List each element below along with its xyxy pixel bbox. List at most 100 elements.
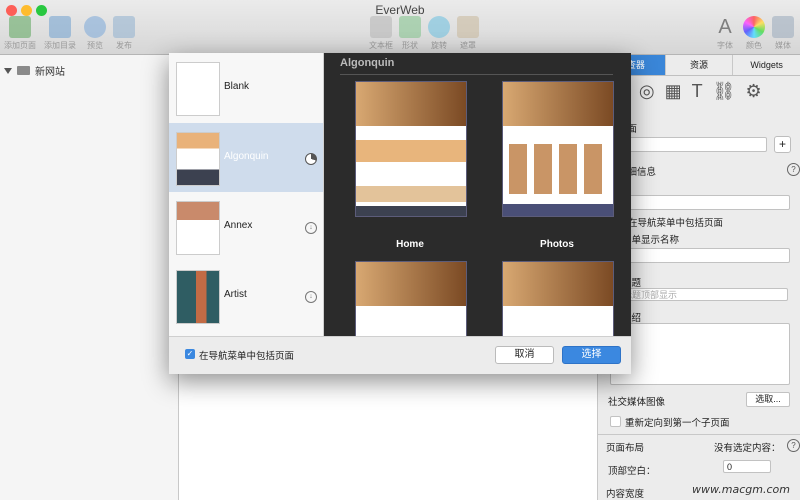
link-icon[interactable]: ⛓ [713, 81, 736, 102]
preview-photo-grid [509, 144, 607, 194]
color-label: 颜色 [746, 41, 762, 50]
rotate-icon [428, 16, 450, 38]
include-nav-label: 在导航菜单中包括页面 [199, 351, 295, 362]
download-icon[interactable]: ↓ [305, 222, 317, 234]
nav-display-name-field[interactable] [610, 248, 790, 263]
site-sidebar: 新网站 [0, 55, 179, 500]
text-icon[interactable]: T [692, 81, 703, 102]
preview-hero-image [503, 82, 613, 126]
no-selection-label: 没有选定内容： [714, 443, 781, 454]
redirect-checkbox[interactable] [610, 416, 621, 427]
preview-band [356, 186, 466, 202]
window-title: EverWeb [375, 3, 425, 17]
add-folder-button[interactable]: 添加目录 [40, 16, 80, 51]
template-list: Blank Algonquin Annex ↓ Artist ↓ [169, 53, 324, 336]
dialog-footer: ✓ 在导航菜单中包括页面 取消 选择 [169, 336, 631, 374]
mask-button[interactable]: 遮罩 [448, 16, 488, 51]
page-label-home: Home [396, 239, 424, 250]
divider [598, 434, 800, 435]
redirect-label: 重新定向到第一个子页面 [625, 418, 730, 429]
preview-footer [503, 204, 613, 216]
add-folder-icon [49, 16, 71, 38]
font-label: 字体 [717, 41, 733, 50]
template-thumbnail [176, 62, 220, 116]
top-margin-field[interactable]: 0 [723, 460, 771, 473]
choose-button[interactable]: 选择 [562, 346, 621, 364]
page-preview-photos[interactable] [502, 81, 614, 217]
upload-icon [113, 16, 135, 38]
publish-label: 发布 [116, 41, 132, 50]
template-thumbnail [176, 201, 220, 255]
color-wheel-icon [743, 16, 765, 38]
page-preview-3[interactable] [355, 261, 467, 336]
preview-hero-image [356, 82, 466, 126]
content-width-label: 内容宽度 [606, 489, 645, 500]
template-chooser-dialog: Blank Algonquin Annex ↓ Artist ↓ Algonqu… [169, 53, 631, 374]
mask-label: 遮罩 [460, 41, 476, 50]
download-icon[interactable]: ↓ [305, 291, 317, 303]
choose-image-button[interactable]: 选取... [746, 392, 790, 407]
template-name: Algonquin [224, 151, 269, 162]
media-icon [772, 16, 794, 38]
add-folder-label: 添加目录 [44, 41, 76, 50]
textbox-icon [370, 16, 392, 38]
gallery-divider [340, 74, 613, 75]
template-item-algonquin[interactable]: Algonquin [169, 123, 323, 192]
preview-hero-image [503, 262, 613, 306]
template-thumbnail [176, 132, 220, 186]
font-icon: A [718, 16, 732, 38]
top-margin-label: 顶部空白： [608, 466, 656, 477]
preview-hero-image [356, 262, 466, 306]
nav-include-label: 在导航菜单中包括页面 [628, 218, 724, 229]
intro-textarea[interactable] [610, 323, 790, 385]
page-select[interactable] [610, 137, 767, 152]
add-page-icon [9, 16, 31, 38]
layout-help-icon[interactable]: ? [787, 439, 800, 452]
window-toolbar: EverWeb 添加页面 添加目录 预览 发布 文本框 形状 旋转 遮罩 A 字… [0, 0, 800, 55]
tab-resources[interactable]: 资源 [666, 55, 734, 75]
site-name: 新网站 [35, 67, 65, 78]
disclosure-triangle-icon[interactable] [4, 67, 12, 74]
template-thumbnail [176, 270, 220, 324]
include-nav-checkbox[interactable]: ✓ [185, 349, 195, 359]
eye-icon [84, 16, 106, 38]
preview-label: 预览 [87, 41, 103, 50]
template-item-blank[interactable]: Blank [169, 53, 323, 122]
template-name: Blank [224, 81, 250, 92]
media-label: 媒体 [775, 41, 791, 50]
template-name: Annex [224, 220, 253, 231]
site-tree-item[interactable]: 新网站 [4, 63, 65, 78]
template-page-gallery: Algonquin Home Photos [324, 53, 631, 336]
page-preview-home[interactable] [355, 81, 467, 217]
shape-icon[interactable]: ◎ [639, 81, 655, 102]
page-name-field[interactable] [610, 195, 790, 210]
film-icon[interactable]: ▦ [665, 81, 682, 102]
template-item-artist[interactable]: Artist ↓ [169, 261, 323, 330]
add-page-button[interactable]: 添加页面 [0, 16, 40, 51]
media-button[interactable]: 媒体 [763, 16, 800, 51]
mask-icon [457, 16, 479, 38]
inspector-icon-row: ⌂ ◎ ▦ T ⛓ ⚙ [618, 81, 762, 102]
tab-widgets[interactable]: Widgets [733, 55, 800, 75]
add-button[interactable]: + [774, 136, 791, 153]
help-icon[interactable]: ? [787, 163, 800, 176]
preview-band [356, 140, 466, 162]
page-label-photos: Photos [540, 239, 574, 250]
template-item-annex[interactable]: Annex ↓ [169, 192, 323, 261]
layout-label: 页面布局 [606, 443, 645, 454]
social-image-label: 社交媒体图像 [608, 397, 666, 408]
publish-button[interactable]: 发布 [104, 16, 144, 51]
gallery-title: Algonquin [340, 57, 395, 69]
title-field[interactable]: 标题顶部显示 [610, 288, 788, 301]
cancel-button[interactable]: 取消 [495, 346, 554, 364]
add-page-label: 添加页面 [4, 41, 36, 50]
shapes-icon [399, 16, 421, 38]
preview-footer [356, 206, 466, 216]
shapes-label: 形状 [402, 41, 418, 50]
page-preview-4[interactable] [502, 261, 614, 336]
gear-icon[interactable]: ⚙ [745, 81, 761, 102]
rotate-label: 旋转 [431, 41, 447, 50]
watermark: www.macgm.com [692, 483, 790, 496]
folder-icon [17, 66, 30, 75]
template-name: Artist [224, 289, 247, 300]
